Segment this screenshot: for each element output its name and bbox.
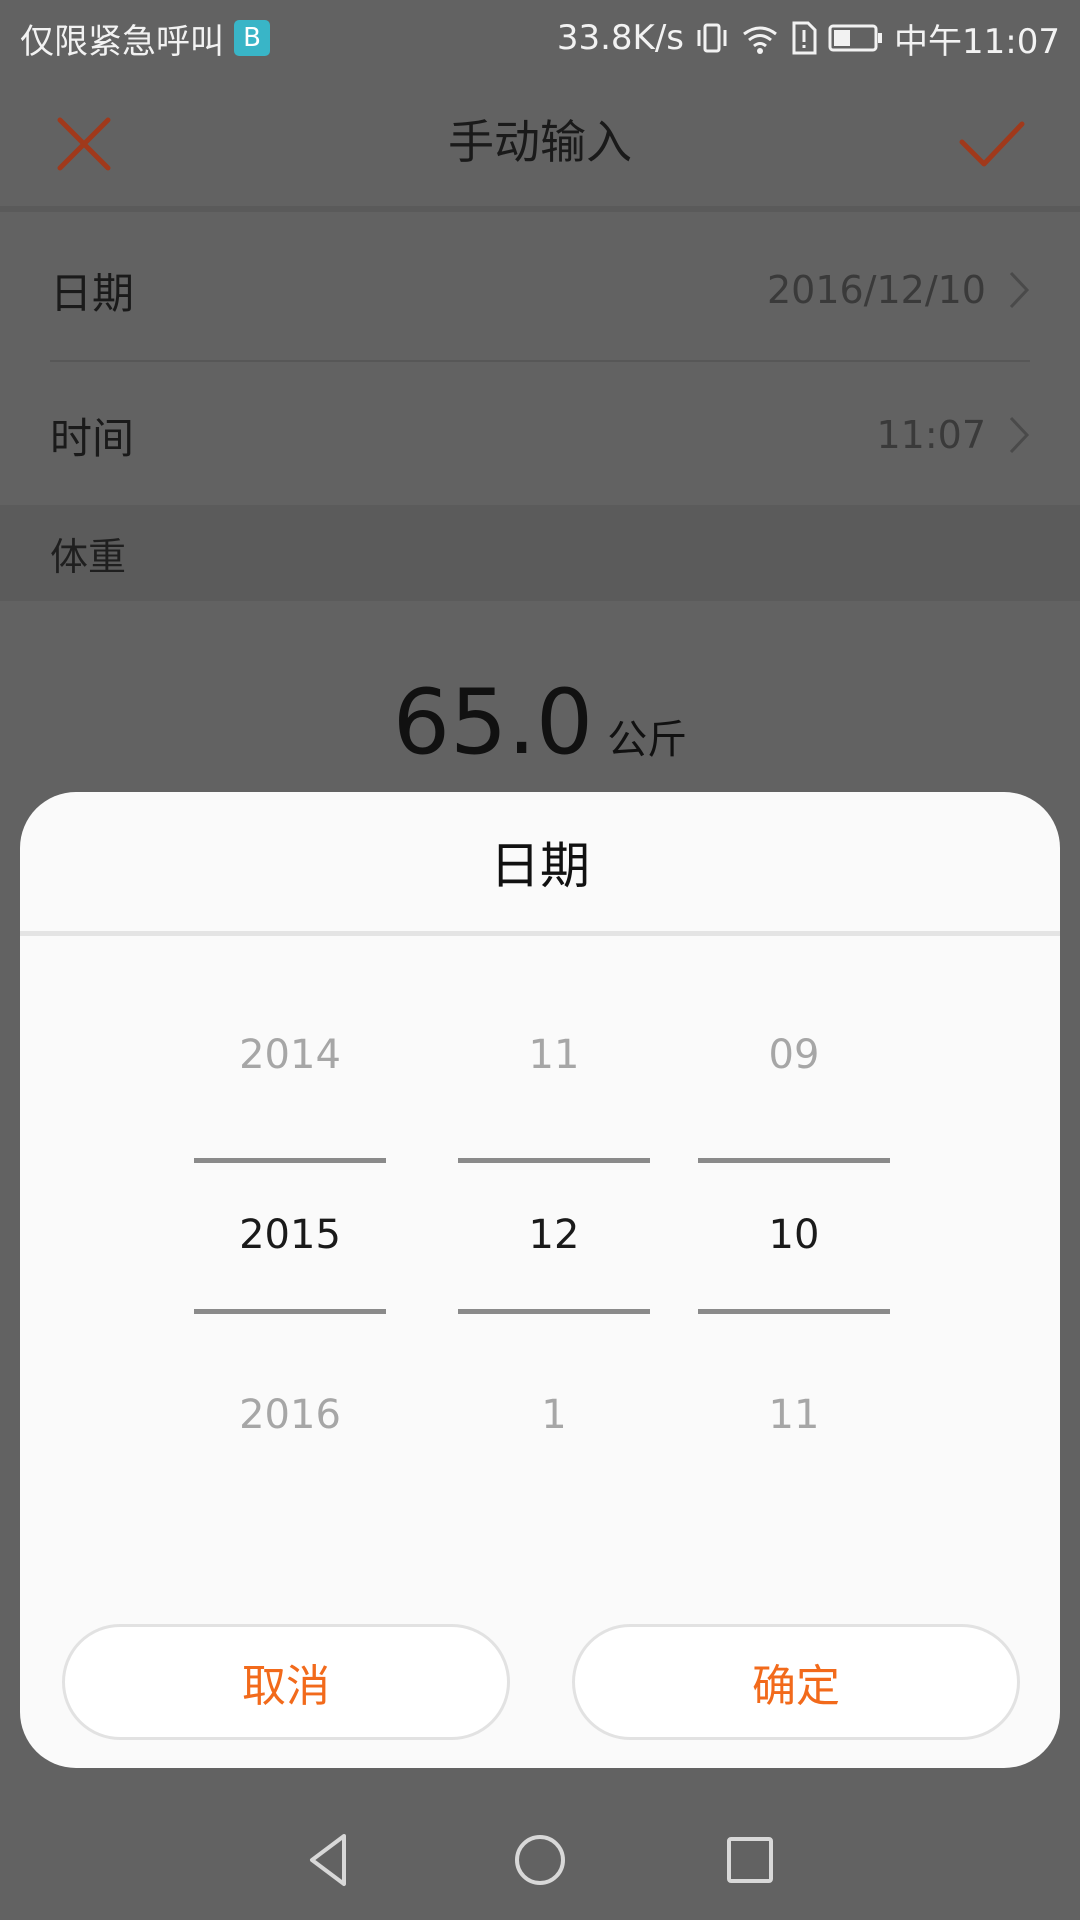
- sim-alert-icon: [792, 21, 817, 55]
- day-selected[interactable]: 10: [698, 1212, 890, 1258]
- date-label: 日期: [50, 268, 135, 318]
- day-wheel[interactable]: 09 10 11: [698, 1032, 890, 1438]
- month-wheel[interactable]: 11 12 1: [458, 1032, 650, 1438]
- ok-button[interactable]: 确定: [572, 1624, 1020, 1740]
- month-sel-line-top: [458, 1158, 650, 1163]
- status-right: 33.8K/s 中午11:07: [557, 14, 1060, 63]
- day-prev[interactable]: 09: [698, 1032, 890, 1078]
- day-next[interactable]: 11: [698, 1392, 890, 1438]
- weight-unit: 公斤: [607, 717, 688, 763]
- time-value-group: 11:07: [876, 413, 1030, 457]
- weight-section-label: 体重: [50, 534, 127, 579]
- time-label: 时间: [50, 413, 135, 463]
- weight-value: 65.0: [392, 670, 594, 775]
- time-row[interactable]: 时间 11:07: [50, 363, 1030, 507]
- chevron-right-icon: [1009, 416, 1030, 454]
- year-sel-line-top: [194, 1158, 386, 1163]
- date-row[interactable]: 日期 2016/12/10: [50, 218, 1030, 362]
- back-icon[interactable]: [300, 1830, 360, 1890]
- page-title: 手动输入: [448, 115, 632, 169]
- date-picker-dialog: 日期 2014 2015 2016 11 12 1 09 10 11 取消 确定: [20, 792, 1060, 1768]
- year-wheel[interactable]: 2014 2015 2016: [194, 1032, 386, 1438]
- year-sel-line-bottom: [194, 1309, 386, 1314]
- year-prev[interactable]: 2014: [194, 1032, 386, 1078]
- check-icon[interactable]: [956, 112, 1028, 176]
- date-value-group: 2016/12/10: [767, 268, 1030, 312]
- weight-display: 65.0 公斤: [0, 670, 1080, 775]
- year-next[interactable]: 2016: [194, 1392, 386, 1438]
- year-selected[interactable]: 2015: [194, 1212, 386, 1258]
- weight-section-header: 体重: [0, 505, 1080, 601]
- row-divider: [50, 360, 1030, 362]
- dialog-title: 日期: [20, 792, 1060, 936]
- month-next[interactable]: 1: [458, 1392, 650, 1438]
- battery-icon: [828, 24, 883, 52]
- title-bar: 手动输入: [0, 76, 1080, 212]
- app-badge-icon: B: [234, 20, 270, 56]
- month-prev[interactable]: 11: [458, 1032, 650, 1078]
- date-value: 2016/12/10: [766, 268, 986, 312]
- month-selected[interactable]: 12: [458, 1212, 650, 1258]
- home-icon[interactable]: [510, 1830, 570, 1890]
- time-value: 11:07: [876, 413, 986, 457]
- status-left: 仅限紧急呼叫 B: [20, 14, 270, 63]
- chevron-right-icon: [1009, 271, 1030, 309]
- net-speed: 33.8K/s: [556, 18, 685, 58]
- navigation-bar: [0, 1800, 1080, 1920]
- cancel-button[interactable]: 取消: [62, 1624, 510, 1740]
- month-sel-line-bottom: [458, 1309, 650, 1314]
- vibrate-icon: [697, 23, 727, 53]
- clock: 中午11:07: [894, 21, 1060, 62]
- wifi-icon: [743, 26, 777, 54]
- carrier-text: 仅限紧急呼叫: [20, 21, 224, 62]
- status-bar: 仅限紧急呼叫 B 33.8K/s 中午11:07: [0, 0, 1080, 76]
- day-sel-line-top: [698, 1158, 890, 1163]
- day-sel-line-bottom: [698, 1309, 890, 1314]
- recents-icon[interactable]: [720, 1830, 780, 1890]
